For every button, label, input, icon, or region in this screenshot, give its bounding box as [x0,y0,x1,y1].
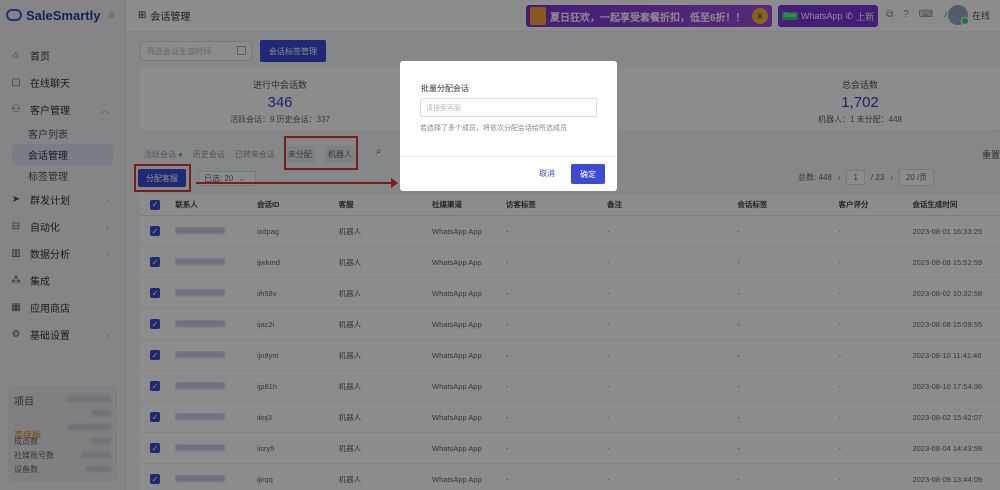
agent-search-input[interactable]: 请搜索客服 [420,98,597,117]
modal-divider [400,156,617,157]
batch-assign-modal: 批量分配会话 请搜索客服 若选择了多个成员，将依次分配会话给所选成员 取消 确定 [400,61,617,191]
modal-title: 批量分配会话 [421,84,469,93]
agent-search-placeholder: 请搜索客服 [426,104,461,112]
modal-hint: 若选择了多个成员，将依次分配会话给所选成员 [420,125,567,132]
cancel-button[interactable]: 取消 [532,164,562,182]
confirm-button[interactable]: 确定 [571,164,605,184]
